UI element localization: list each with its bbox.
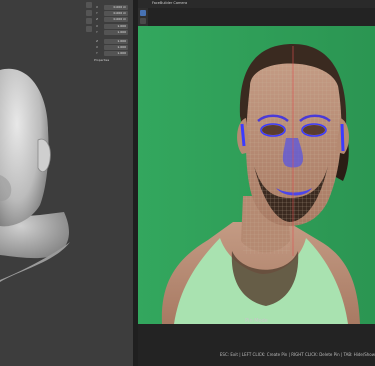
prop-row[interactable]: X 0.000 m (96, 5, 132, 10)
camera-viewport[interactable]: FaceBuilder Camera Pin Mode ESC: Exit | … (138, 0, 375, 366)
prop-field[interactable]: 1.000 (104, 51, 128, 56)
prop-label: Y (96, 30, 98, 34)
viewport-header: FaceBuilder Camera (138, 0, 375, 8)
background-photo[interactable] (138, 26, 375, 324)
modifier-icon[interactable] (86, 10, 92, 16)
prop-row[interactable]: X 1.000 (96, 45, 132, 50)
prop-row[interactable]: Y 0.000 m (96, 11, 132, 16)
prop-row[interactable]: X 1.000 (96, 24, 132, 29)
prop-field[interactable]: 0.000 m (104, 11, 128, 16)
select-icon[interactable] (140, 10, 146, 16)
prop-row[interactable]: Y 1.000 (96, 30, 132, 35)
material-icon[interactable] (86, 18, 92, 24)
prop-row[interactable]: Z 0.000 m (96, 17, 132, 22)
prop-field[interactable]: 0.000 m (104, 5, 128, 10)
prop-label: X (96, 5, 99, 9)
3d-viewport[interactable]: X 0.000 m Y 0.000 m Z 0.000 m X 1.000 Y … (0, 0, 133, 366)
mode-label: Pin Mode (245, 318, 268, 324)
prop-label: Z (96, 17, 99, 21)
constraint-icon[interactable] (86, 26, 92, 32)
cursor-icon[interactable] (140, 18, 146, 24)
prop-row[interactable]: Z 1.000 (96, 39, 132, 44)
viewport-title: FaceBuilder Camera (152, 1, 188, 5)
prop-label: Y (96, 11, 98, 15)
panel-footer-label: Properties (94, 58, 110, 62)
prop-row[interactable]: Y 1.000 (96, 51, 132, 56)
prop-label: Z (96, 39, 99, 43)
prop-label: X (96, 45, 99, 49)
object-icon[interactable] (86, 2, 92, 8)
prop-label: X (96, 24, 99, 28)
prop-label: Y (96, 51, 98, 55)
properties-panel: X 0.000 m Y 0.000 m Z 0.000 m X 1.000 Y … (84, 0, 132, 64)
prop-field[interactable]: 1.000 (104, 45, 128, 50)
status-bar: Pin Mode ESC: Exit | LEFT CLICK: Create … (138, 318, 375, 366)
shortcut-hint: ESC: Exit | LEFT CLICK: Create Pin | RIG… (219, 352, 375, 357)
prop-field[interactable]: 0.000 m (104, 17, 128, 22)
prop-field[interactable]: 1.000 (104, 39, 128, 44)
prop-field[interactable]: 1.000 (104, 24, 128, 29)
prop-field[interactable]: 1.000 (104, 30, 128, 35)
person-photo (138, 26, 375, 324)
